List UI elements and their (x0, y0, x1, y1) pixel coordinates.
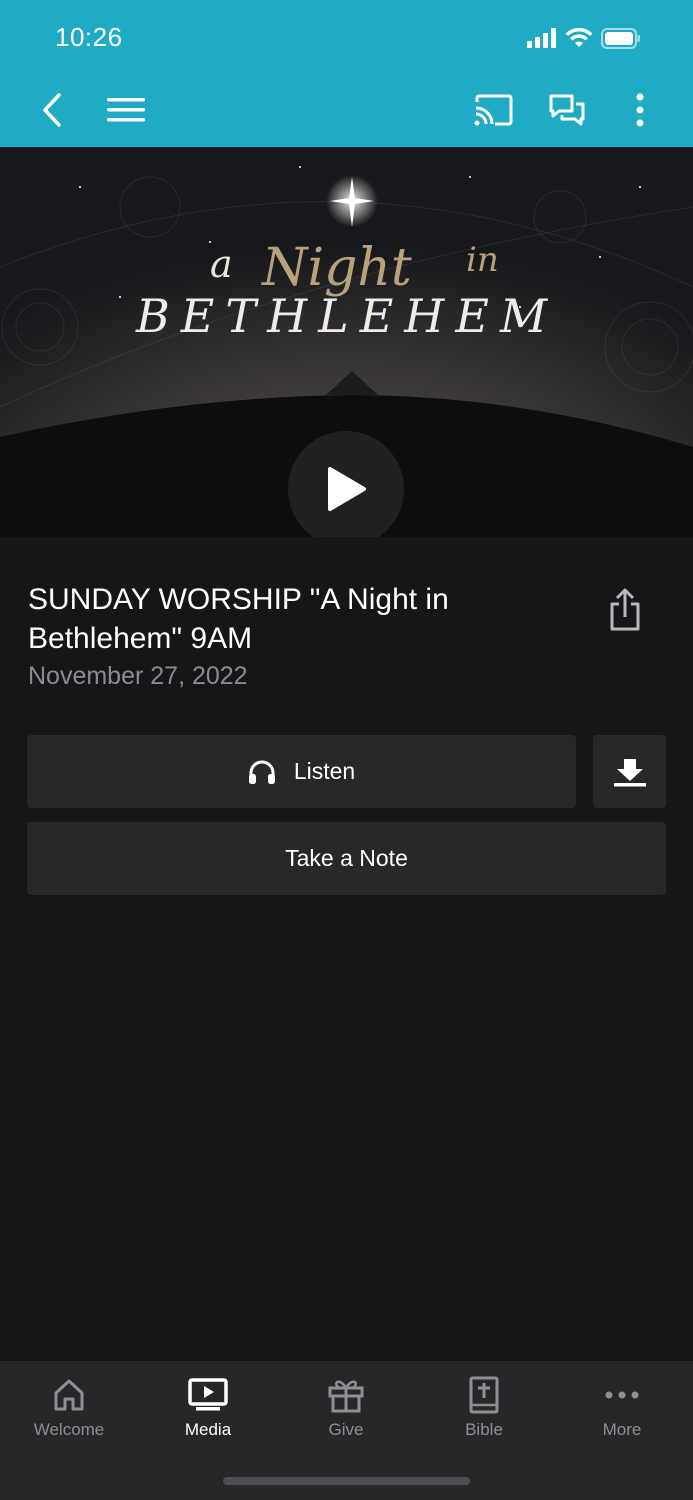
download-button[interactable] (593, 735, 666, 808)
cast-button[interactable] (470, 80, 516, 140)
messages-button[interactable] (545, 80, 589, 140)
status-time: 10:26 (55, 22, 123, 52)
nav-bar (0, 80, 693, 140)
tab-media[interactable]: Media (139, 1375, 277, 1455)
chat-bubbles-icon (549, 94, 585, 126)
sermon-date: November 27, 2022 (28, 662, 248, 690)
menu-button[interactable] (104, 80, 148, 140)
gift-icon (328, 1375, 364, 1415)
share-button[interactable] (600, 582, 650, 638)
artwork-word-a: a (210, 242, 233, 286)
tab-label: More (602, 1420, 642, 1439)
tv-play-icon (188, 1375, 228, 1415)
listen-button[interactable]: Listen (27, 735, 576, 808)
wifi-icon (565, 28, 593, 47)
headphones-icon (248, 760, 275, 784)
tab-welcome[interactable]: Welcome (0, 1375, 138, 1455)
battery-icon (601, 28, 640, 49)
artwork-title-bethlehem: BETHLEHEM (135, 289, 558, 343)
play-icon (328, 467, 366, 511)
tab-label: Media (184, 1420, 232, 1439)
app-header: 10:26 (0, 0, 693, 147)
sermon-artwork[interactable]: a Night in BETHLEHEM (0, 147, 693, 537)
home-icon (52, 1375, 86, 1415)
overflow-menu-button[interactable] (625, 80, 655, 140)
take-note-button[interactable]: Take a Note (27, 822, 666, 895)
sermon-title: SUNDAY WORSHIP "A Night in Bethlehem" 9A… (28, 583, 449, 655)
take-note-label: Take a Note (285, 845, 408, 871)
play-button[interactable] (288, 431, 404, 537)
back-button[interactable] (30, 80, 74, 140)
home-indicator (223, 1477, 470, 1485)
artwork-word-in: in (466, 240, 499, 280)
signal-icon (527, 28, 556, 48)
tab-label: Give (328, 1420, 364, 1439)
tab-label: Bible (465, 1420, 503, 1439)
download-icon (613, 758, 646, 786)
tab-label: Welcome (33, 1420, 105, 1439)
share-icon (610, 588, 640, 631)
more-dots-icon (605, 1375, 639, 1415)
bible-icon (469, 1375, 499, 1415)
tab-give[interactable]: Give (277, 1375, 415, 1455)
hamburger-icon (107, 98, 145, 122)
tab-bible[interactable]: Bible (415, 1375, 553, 1455)
listen-label: Listen (293, 758, 356, 784)
kebab-icon (636, 93, 644, 127)
status-icons (527, 28, 667, 50)
tab-more[interactable]: More (553, 1375, 691, 1455)
cast-icon (474, 94, 513, 126)
chevron-left-icon (43, 93, 61, 127)
